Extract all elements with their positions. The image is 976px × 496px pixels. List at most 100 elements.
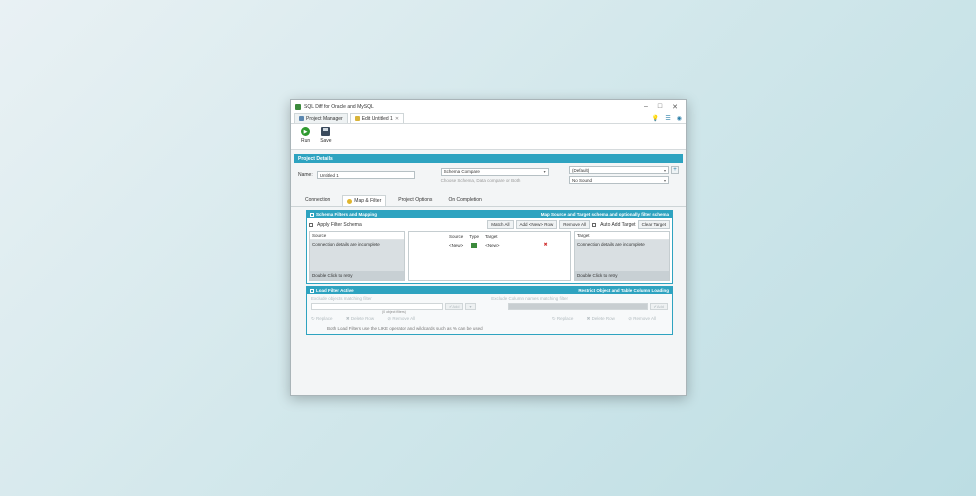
source-header: Source: [310, 232, 404, 240]
add-label: Add: [656, 304, 664, 309]
row-source: <New>: [449, 242, 464, 248]
exclude-columns-input[interactable]: [507, 303, 648, 310]
schema-buttons-row: Apply Filter Schema Match All Add <New> …: [307, 218, 672, 231]
schema-filter-checkbox[interactable]: [310, 212, 314, 217]
replace-label: Replace: [316, 316, 333, 321]
toolbar: ▶ Run Save: [291, 124, 686, 150]
tab-bar: Project Manager Edit Untitled 1 ✕ 💡 ☰ ◉: [291, 113, 686, 124]
load-filter-description: Restrict Object and Table Column Loading: [578, 288, 669, 293]
replace-label: Replace: [556, 316, 574, 321]
title-bar: SQL Diff for Oracle and MySQL – □ ✕: [291, 100, 686, 113]
tab-connection[interactable]: Connection: [301, 195, 334, 206]
feature-tabs: Connection Map & Filter Project Options …: [291, 191, 686, 207]
tab-label: Map & Filter: [354, 198, 382, 204]
target-retry[interactable]: Double Click to retry: [575, 271, 669, 280]
remove-all-filters-button-right[interactable]: ⊘ Remove All: [628, 316, 662, 321]
table-row[interactable]: <New> <New> ✖: [409, 242, 570, 248]
source-retry[interactable]: Double Click to retry: [310, 271, 404, 280]
delete-row-label: Delete Row: [591, 316, 615, 321]
name-label: Name:: [298, 172, 313, 178]
replace-button-right[interactable]: ↻ Replace: [552, 316, 580, 321]
source-column[interactable]: Source Connection details are incomplete…: [309, 231, 405, 281]
compare-type-hint: Choose Schema, Data compare or Both: [440, 177, 521, 183]
match-all-button[interactable]: Match All: [487, 220, 514, 229]
app-logo-icon: [295, 103, 301, 110]
delete-row-icon[interactable]: ✖: [544, 242, 548, 248]
filter-dropdown-button[interactable]: ▾: [465, 303, 476, 310]
help-icon[interactable]: ◉: [677, 115, 682, 122]
run-button[interactable]: ▶ Run: [301, 127, 310, 146]
map-source-header: Source: [449, 234, 464, 239]
chevron-down-icon: ▾: [663, 177, 666, 183]
close-tab-icon[interactable]: ✕: [395, 116, 399, 122]
project-details-row: Name: Untitled 1 Schema Compare ▾ Choose…: [291, 163, 686, 187]
add-column-filter-button[interactable]: ✔ Add: [649, 303, 668, 310]
schema-filters-description: Map Source and Target schema and optiona…: [540, 212, 669, 217]
chevron-down-icon: ▾: [543, 169, 546, 174]
mapping-type-icon: [471, 242, 478, 248]
sound-value: No Sound: [572, 177, 593, 183]
compare-type-value: Schema Compare: [443, 169, 480, 174]
target-column[interactable]: Target Connection details are incomplete…: [574, 231, 670, 281]
mapping-grid: Source Connection details are incomplete…: [307, 231, 672, 283]
map-type-header: Type: [469, 234, 480, 239]
schema-filters-title: Schema Filters and Mapping: [316, 212, 378, 217]
clear-target-button[interactable]: Clear Target: [637, 220, 670, 229]
list-icon[interactable]: ☰: [665, 115, 670, 122]
add-new-row-button[interactable]: Add <New> Row: [515, 220, 558, 229]
minimize-button[interactable]: –: [644, 103, 648, 111]
apply-filter-checkbox[interactable]: [309, 222, 313, 227]
target-message: Connection details are incomplete: [575, 240, 669, 271]
play-icon: ▶: [301, 127, 311, 136]
delete-row-button[interactable]: ✖ Delete Row: [346, 316, 380, 321]
map-target-header: Target: [485, 234, 498, 239]
tab-edit-untitled[interactable]: Edit Untitled 1 ✕: [349, 113, 405, 123]
app-window: SQL Diff for Oracle and MySQL – □ ✕ Proj…: [290, 99, 687, 396]
tab-project-manager[interactable]: Project Manager: [294, 113, 348, 123]
exclude-columns-label: Exclude Column names matching filter: [491, 296, 568, 301]
project-name-value: Untitled 1: [319, 172, 339, 178]
remove-all-filters-button[interactable]: ⊘ Remove All: [387, 316, 421, 321]
tab-map-filter[interactable]: Map & Filter: [342, 195, 387, 206]
mapping-column: Source Type Target <New> <New> ✖: [408, 231, 571, 281]
remove-all-button[interactable]: Remove All: [559, 220, 591, 229]
source-message: Connection details are incomplete: [310, 240, 404, 271]
lightbulb-icon[interactable]: 💡: [652, 115, 659, 122]
project-details-header: Project Details: [294, 154, 683, 163]
tab-on-completion[interactable]: On Completion: [444, 195, 485, 206]
warning-icon: [347, 198, 353, 204]
tab-project-options[interactable]: Project Options: [394, 195, 436, 206]
sound-select[interactable]: No Sound ▾: [569, 176, 669, 184]
exclude-objects-label: Exclude objects matching filter: [311, 296, 372, 301]
remove-all-label: Remove All: [392, 316, 416, 321]
default-value: (Default): [572, 167, 590, 173]
run-label: Run: [301, 138, 311, 144]
maximize-button[interactable]: □: [658, 103, 662, 111]
remove-all-label: Remove All: [633, 316, 656, 321]
row-target: <New>: [485, 242, 500, 248]
save-label: Save: [320, 138, 332, 144]
add-button[interactable]: +: [671, 166, 679, 174]
delete-row-label: Delete Row: [350, 316, 375, 321]
compare-type-select[interactable]: Schema Compare ▾: [440, 167, 549, 176]
load-filter-header: Load Filter Active Restrict Object and T…: [307, 287, 672, 294]
delete-row-button-right[interactable]: ✖ Delete Row: [587, 316, 621, 321]
default-select[interactable]: (Default) ▾: [569, 166, 669, 174]
save-button[interactable]: Save: [320, 127, 332, 146]
floppy-disk-icon: [321, 127, 331, 136]
tab-label: Project Manager: [306, 115, 343, 122]
load-filter-title: Load Filter Active: [316, 288, 354, 293]
auto-add-target-checkbox[interactable]: [592, 222, 597, 227]
replace-button[interactable]: ↻ Replace: [311, 316, 339, 321]
project-manager-icon: [299, 116, 304, 121]
auto-add-target-label: Auto Add Target: [600, 221, 636, 228]
project-name-input[interactable]: Untitled 1: [316, 171, 415, 179]
apply-filter-label: Apply Filter Schema: [317, 221, 362, 228]
load-filter-checkbox[interactable]: [310, 288, 314, 293]
add-object-filter-button[interactable]: ✔ Add: [445, 303, 464, 310]
exclude-objects-input[interactable]: [311, 303, 443, 310]
load-filter-panel: Load Filter Active Restrict Object and T…: [306, 286, 673, 335]
chevron-down-icon: ▾: [663, 167, 666, 173]
close-button[interactable]: ✕: [672, 103, 678, 111]
target-header: Target: [575, 232, 669, 240]
